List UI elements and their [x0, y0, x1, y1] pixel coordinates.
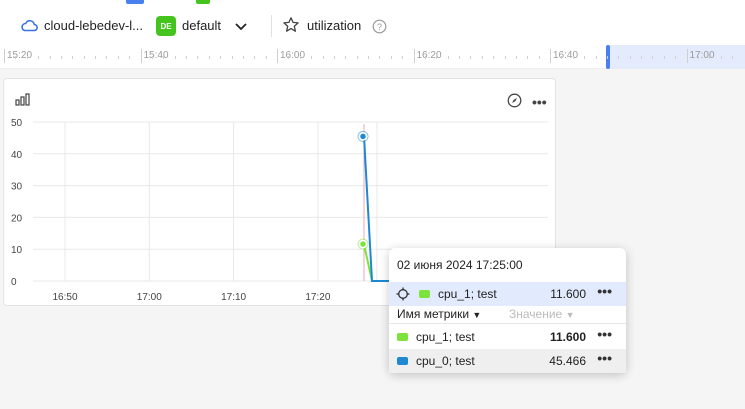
row-more-icon[interactable]: •••	[597, 326, 612, 342]
series-point	[358, 132, 368, 141]
column-value-label: Значение	[509, 307, 563, 321]
tooltip-row[interactable]: cpu_1; test 11.600 •••	[389, 325, 626, 349]
x-tick-label: 17:00	[137, 292, 162, 303]
y-tick-label: 20	[11, 213, 23, 224]
metric-value: 45.466	[549, 354, 586, 368]
highlight-metric-value: 11.600	[550, 287, 586, 301]
sort-down-icon: ▼	[472, 310, 482, 320]
sort-down-icon: ▼	[565, 310, 575, 320]
tooltip-row[interactable]: cpu_0; test 45.466 •••	[389, 349, 626, 373]
y-tick-label: 30	[11, 182, 23, 193]
metric-name: cpu_0; test	[416, 354, 475, 368]
series-point	[358, 239, 368, 249]
y-tick-label: 10	[11, 245, 23, 256]
column-metric-name-label: Имя метрики	[397, 307, 470, 321]
metric-name: cpu_1; test	[416, 330, 475, 344]
row-more-icon[interactable]: •••	[597, 350, 612, 366]
x-tick-label: 17:10	[221, 292, 246, 303]
highlight-metric-name: cpu_1; test	[438, 287, 497, 301]
y-tick-label: 50	[11, 118, 23, 129]
tooltip-column-header: Имя метрики ▼ Значение ▼	[389, 306, 626, 324]
highlight-more-icon[interactable]: •••	[597, 283, 612, 299]
highlight-swatch	[419, 290, 430, 298]
chart-tooltip: 02 июня 2024 17:25:00 cpu_1; test 11.600…	[389, 248, 626, 373]
metric-value: 11.600	[549, 330, 586, 344]
x-tick-label: 17:20	[305, 292, 330, 303]
column-value[interactable]: Значение ▼	[509, 307, 574, 321]
metric-swatch	[397, 357, 408, 365]
crosshair-icon[interactable]	[396, 287, 410, 306]
metric-swatch	[397, 333, 408, 341]
tooltip-date: 02 июня 2024 17:25:00	[397, 258, 523, 272]
y-tick-label: 40	[11, 150, 23, 161]
column-metric-name[interactable]: Имя метрики ▼	[397, 307, 481, 321]
x-tick-label: 16:50	[52, 292, 77, 303]
line-chart: 0 10 20 30 40 50 16:50 17:00 17:10 17:20	[11, 118, 548, 303]
tooltip-highlight-row[interactable]: cpu_1; test 11.600 •••	[389, 282, 626, 306]
y-tick-label: 0	[11, 277, 17, 288]
